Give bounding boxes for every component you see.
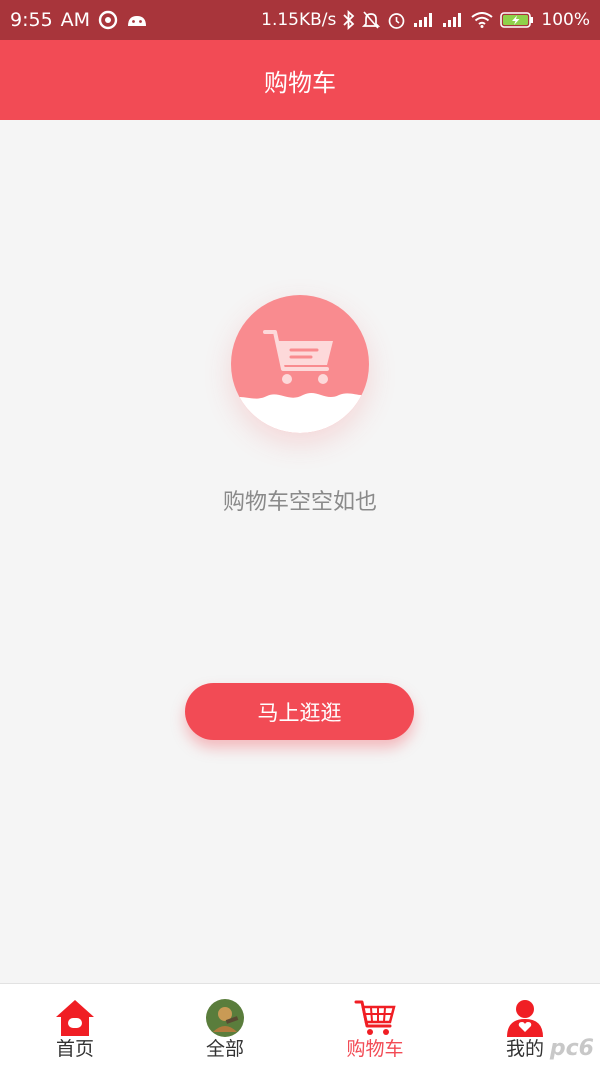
bluetooth-icon (343, 10, 355, 30)
tab-cart[interactable]: 购物车 (300, 984, 450, 1068)
status-bar: 9:55 AM 1.15KB/s 100% (0, 0, 600, 40)
mute-bell-icon (362, 10, 381, 30)
bottom-tab-bar: 首页 全部 购物车 我的 (0, 983, 600, 1068)
cart-icon (354, 998, 396, 1038)
tab-all[interactable]: 全部 (150, 984, 300, 1068)
status-time: 9:55 (10, 9, 53, 31)
music-app-icon (98, 10, 118, 30)
watermark: pc6 (549, 1036, 594, 1061)
tab-home-label: 首页 (55, 1038, 94, 1060)
status-ampm: AM (60, 9, 91, 31)
empty-cart-illustration (231, 295, 369, 433)
android-icon (126, 12, 148, 28)
battery-percent: 100% (541, 10, 590, 30)
empty-cart-message: 购物车空空如也 (222, 490, 377, 515)
tab-mine-label: 我的 (505, 1038, 544, 1060)
user-icon (504, 998, 546, 1038)
status-bar-left: 9:55 AM (10, 9, 148, 31)
home-icon (54, 998, 96, 1038)
battery-icon (500, 11, 534, 29)
empty-cart-icon (231, 330, 369, 433)
network-speed: 1.15KB/s (261, 10, 337, 30)
go-shopping-button[interactable]: 马上逛逛 (185, 683, 414, 740)
signal-2-icon (442, 12, 464, 28)
page-title: 购物车 (264, 68, 336, 97)
tab-cart-label: 购物车 (346, 1038, 404, 1060)
status-bar-right: 1.15KB/s 100% (261, 10, 590, 30)
alarm-icon (387, 10, 406, 30)
avatar-icon (204, 998, 246, 1038)
page-header: 购物车 (0, 40, 600, 120)
tab-all-label: 全部 (205, 1038, 244, 1060)
signal-1-icon (413, 12, 435, 28)
wifi-icon (471, 12, 494, 28)
tab-home[interactable]: 首页 (0, 984, 150, 1068)
